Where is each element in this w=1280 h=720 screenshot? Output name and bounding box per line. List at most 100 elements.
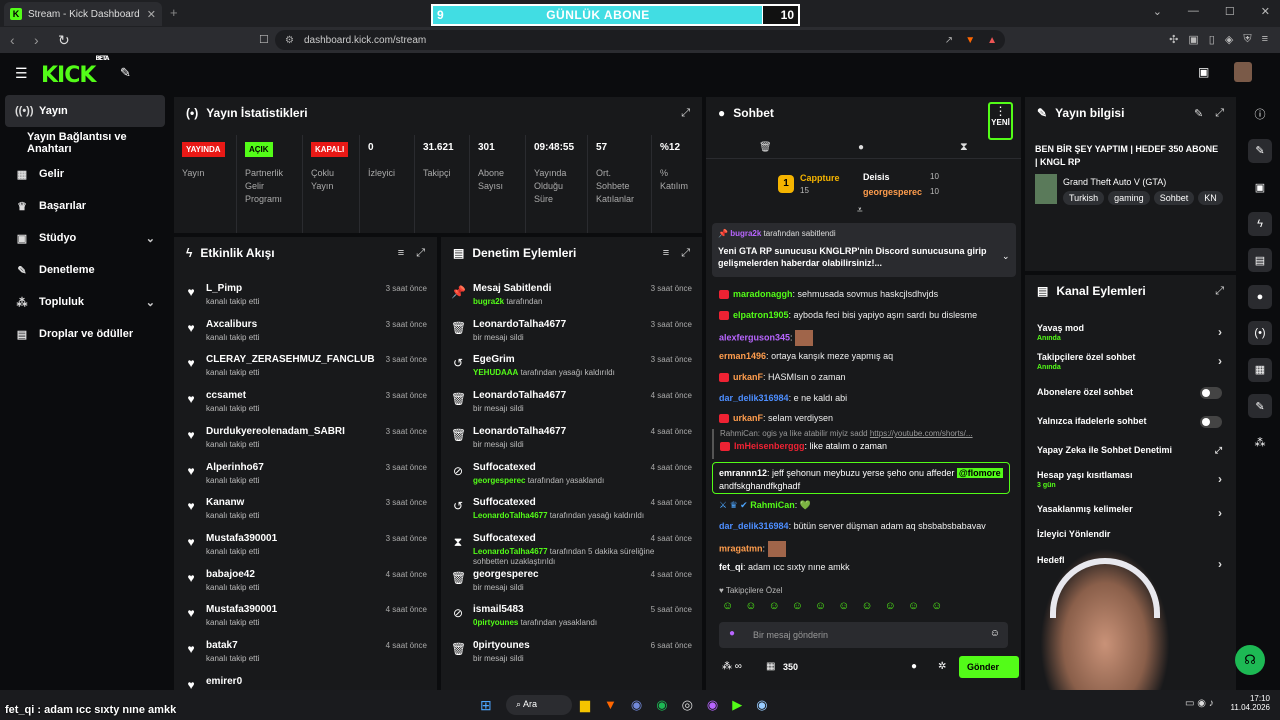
site-info-icon[interactable]: ⚙ bbox=[285, 35, 294, 46]
bookmark-icon[interactable]: ☐ bbox=[259, 33, 269, 46]
play-icon[interactable]: ▶ bbox=[732, 697, 742, 713]
toggle-switch[interactable] bbox=[1200, 387, 1222, 399]
kick-logo[interactable]: KICKBETA bbox=[41, 55, 109, 88]
mod-target[interactable]: LeonardoTalha4677 bbox=[473, 426, 566, 437]
activity-user[interactable]: emirer0 bbox=[206, 676, 242, 687]
chat-user[interactable]: maradonaggh bbox=[733, 289, 793, 299]
activity-user[interactable]: Kananw bbox=[206, 497, 244, 508]
tools-icon[interactable]: ✎ bbox=[120, 65, 131, 81]
chat-bubble-icon[interactable]: ● bbox=[911, 661, 917, 672]
send-button[interactable]: Gönder bbox=[959, 656, 1019, 678]
activity-user[interactable]: Alperinho67 bbox=[206, 462, 264, 473]
mod-target[interactable]: Suffocatexed bbox=[473, 462, 536, 473]
extensions-icon[interactable]: ✣ bbox=[1169, 33, 1178, 46]
mod-actor[interactable]: bugra2k bbox=[473, 297, 504, 306]
url-field[interactable]: ⚙ dashboard.kick.com/stream ↗ ▼ ▲ bbox=[275, 30, 1005, 50]
share-icon[interactable]: ↗ bbox=[945, 35, 953, 46]
activity-user[interactable]: babajoe42 bbox=[206, 569, 255, 580]
tab-close-icon[interactable]: ✕ bbox=[147, 8, 156, 21]
activity-user[interactable]: Mustafa390001 bbox=[206, 604, 277, 615]
sidebar-item[interactable]: ▦ Gelir bbox=[5, 158, 165, 190]
channel-action[interactable]: İzleyici Yönlendir bbox=[1037, 529, 1222, 539]
forward-icon[interactable]: › bbox=[34, 32, 48, 48]
clock[interactable]: 17:10 11.04.2026 bbox=[1230, 694, 1270, 712]
mod-target[interactable]: ismail5483 bbox=[473, 604, 524, 615]
sidebar-item[interactable]: ▤ Droplar ve ödüller bbox=[5, 318, 165, 350]
reply-link[interactable]: https://youtube.com/shorts/... bbox=[870, 429, 973, 438]
toggle-switch[interactable] bbox=[1200, 416, 1222, 428]
edit-icon[interactable]: ✎ bbox=[1194, 107, 1203, 120]
activity-user[interactable]: CLERAY_ZERASEHMUZ_FANCLUB bbox=[206, 354, 375, 365]
points-icon[interactable]: ▦ bbox=[766, 661, 775, 672]
activity-user[interactable]: L_Pimp bbox=[206, 283, 242, 294]
hourglass-icon[interactable]: ⧗ bbox=[960, 141, 968, 154]
filter-icon[interactable]: ≡ bbox=[663, 247, 669, 260]
sidebar-item[interactable]: ⁂ Topluluk ⌄ bbox=[5, 286, 165, 318]
expand-icon[interactable]: ⤢ bbox=[1215, 107, 1224, 120]
lightning-icon[interactable]: ϟ bbox=[1248, 211, 1272, 236]
tag-chip[interactable]: Sohbet bbox=[1153, 191, 1195, 205]
activity-user[interactable]: Axcaliburs bbox=[206, 319, 257, 330]
mod-target[interactable]: EgeGrim bbox=[473, 354, 515, 365]
chat-user[interactable]: mragatmn bbox=[719, 543, 763, 553]
chat-input[interactable]: ● Bir mesaj gönderin ☺ bbox=[719, 622, 1008, 648]
sidebar-item[interactable]: Yayın Bağlantısı ve Anahtarı bbox=[5, 127, 165, 159]
support-icon[interactable]: ☊ bbox=[1235, 645, 1265, 675]
activity-user[interactable]: Durdukyereolenadam_SABRI bbox=[206, 426, 345, 437]
channel-action[interactable]: Takipçilere özel sohbet Anında › bbox=[1037, 352, 1222, 371]
minimize-icon[interactable]: — bbox=[1188, 5, 1199, 18]
emoji-icon[interactable]: ☺ bbox=[990, 628, 1000, 639]
edit-icon[interactable]: ✎ bbox=[1248, 138, 1272, 163]
expand-icon[interactable]: ⤢ bbox=[681, 107, 690, 120]
emote-row[interactable]: ☺☺☺☺☺☺☺☺☺☺ bbox=[722, 600, 954, 612]
app-icon[interactable]: ◎ bbox=[682, 697, 693, 713]
mod-target[interactable]: LeonardoTalha4677 bbox=[473, 390, 566, 401]
wallet-icon[interactable]: ◈ bbox=[1225, 33, 1233, 46]
activity-user[interactable]: batak7 bbox=[206, 640, 238, 651]
pinned-message[interactable]: 📌 bugra2k tarafından sabitlendi Yeni GTA… bbox=[712, 223, 1016, 277]
spotify-icon[interactable]: ◉ bbox=[656, 697, 667, 713]
mod-target[interactable]: georgesperec bbox=[473, 569, 539, 580]
users-icon[interactable]: ⁂ ∞ bbox=[722, 661, 742, 672]
hamburger-icon[interactable]: ☰ bbox=[15, 65, 28, 82]
vpn-icon[interactable]: ⛨ bbox=[1243, 33, 1251, 46]
chat-user[interactable]: dar_delik316984 bbox=[719, 521, 789, 531]
folder-icon[interactable]: ▆ bbox=[580, 697, 590, 713]
reload-icon[interactable]: ↻ bbox=[58, 32, 72, 49]
chat-user[interactable]: RahmiCan bbox=[750, 500, 795, 510]
mod-target[interactable]: Mesaj Sabitlendi bbox=[473, 283, 551, 294]
chat-user[interactable]: dar_delik316984 bbox=[719, 393, 789, 403]
highlight-user[interactable]: emrannn12 bbox=[719, 468, 767, 478]
taskbar-search[interactable]: ⌕ Ara bbox=[506, 695, 572, 715]
rewards-icon[interactable]: ▲ bbox=[987, 35, 997, 46]
game-name[interactable]: Grand Theft Auto V (GTA) bbox=[1063, 177, 1166, 187]
obs-icon[interactable]: ◉ bbox=[707, 697, 718, 713]
browser-tab[interactable]: K Stream - Kick Dashboard ✕ bbox=[4, 2, 162, 26]
back-icon[interactable]: ‹ bbox=[10, 32, 24, 48]
maximize-icon[interactable]: ☐ bbox=[1225, 5, 1235, 18]
tag-chip[interactable]: gaming bbox=[1108, 191, 1150, 205]
media-icon[interactable]: ▣ bbox=[1188, 33, 1198, 46]
mod-actor[interactable]: YEHUDAAA bbox=[473, 368, 518, 377]
tab-list-icon[interactable]: ⌄ bbox=[1153, 5, 1162, 18]
channel-action[interactable]: Yalnızca ifadelerle sohbet bbox=[1037, 416, 1222, 428]
reply-user[interactable]: ImHeisenberggg bbox=[734, 441, 805, 451]
tray-icons[interactable]: ▭ ◉ ♪ bbox=[1185, 698, 1214, 709]
trash-icon[interactable]: 🗑 bbox=[759, 142, 772, 153]
chat-options-button[interactable]: ⋮ YENİ bbox=[988, 102, 1013, 140]
new-tab-icon[interactable]: + bbox=[170, 5, 178, 20]
channel-action[interactable]: Abonelere özel sohbet bbox=[1037, 387, 1222, 399]
steam-icon[interactable]: ◉ bbox=[756, 697, 767, 713]
mod-target[interactable]: Suffocatexed bbox=[473, 497, 536, 508]
chat-user[interactable]: alexferguson345 bbox=[719, 333, 790, 343]
chat-user[interactable]: urkanF bbox=[733, 372, 763, 382]
expand-icon[interactable]: ⤢ bbox=[681, 247, 690, 260]
menu-icon[interactable]: ≡ bbox=[1262, 33, 1268, 46]
users-icon[interactable]: ⁂ bbox=[1248, 431, 1272, 455]
chat-user[interactable]: elpatron1905 bbox=[733, 310, 789, 320]
sidebar-icon[interactable]: ▯ bbox=[1209, 33, 1215, 46]
channel-action[interactable]: Yavaş mod Anında › bbox=[1037, 323, 1222, 342]
doc-icon[interactable]: ▤ bbox=[1248, 248, 1272, 272]
collapse-icon[interactable]: ⩡ bbox=[857, 205, 863, 216]
mod-actor[interactable]: georgesperec bbox=[473, 476, 525, 485]
